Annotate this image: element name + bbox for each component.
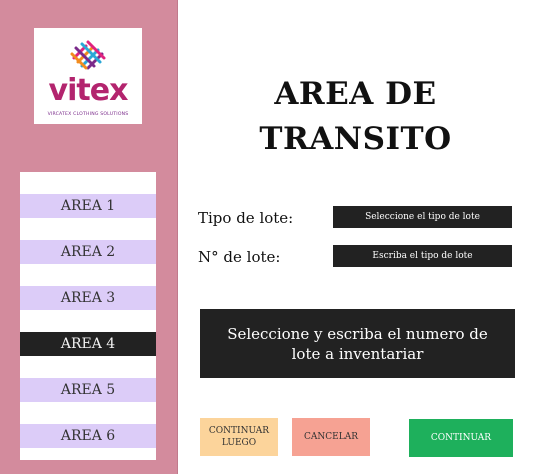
sidebar-item-area-6[interactable]: AREA 6 [20, 424, 156, 448]
tipo-lote-label: Tipo de lote: [198, 209, 294, 227]
instruction-banner: Seleccione y escriba el numero de lote a… [200, 309, 515, 378]
sidebar-item-area-1[interactable]: AREA 1 [20, 194, 156, 218]
vitex-logo: vitex VIRCATEX CLOTHING SOLUTIONS [34, 28, 142, 124]
sidebar-item-area-2[interactable]: AREA 2 [20, 240, 156, 264]
logo-weave-icon [70, 40, 106, 70]
numero-lote-input[interactable]: Escriba el tipo de lote [333, 245, 512, 267]
cancel-button[interactable]: CANCELAR [292, 418, 370, 456]
continue-later-button[interactable]: CONTINUAR LUEGO [200, 418, 278, 456]
sidebar-item-area-4[interactable]: AREA 4 [20, 332, 156, 356]
tipo-lote-select[interactable]: Seleccione el tipo de lote [333, 206, 512, 228]
logo-tagline: VIRCATEX CLOTHING SOLUTIONS [47, 112, 129, 117]
sidebar: vitex VIRCATEX CLOTHING SOLUTIONS [0, 0, 178, 474]
page-title-line-1: AREA DE [274, 76, 437, 112]
sidebar-item-area-3[interactable]: AREA 3 [20, 286, 156, 310]
logo-wordmark: vitex [48, 73, 129, 108]
page-title: AREA DE TRANSITO [178, 72, 533, 162]
page-title-line-2: TRANSITO [259, 121, 452, 157]
continue-button[interactable]: CONTINUAR [409, 419, 513, 457]
numero-lote-label: N° de lote: [198, 248, 281, 266]
sidebar-item-area-5[interactable]: AREA 5 [20, 378, 156, 402]
